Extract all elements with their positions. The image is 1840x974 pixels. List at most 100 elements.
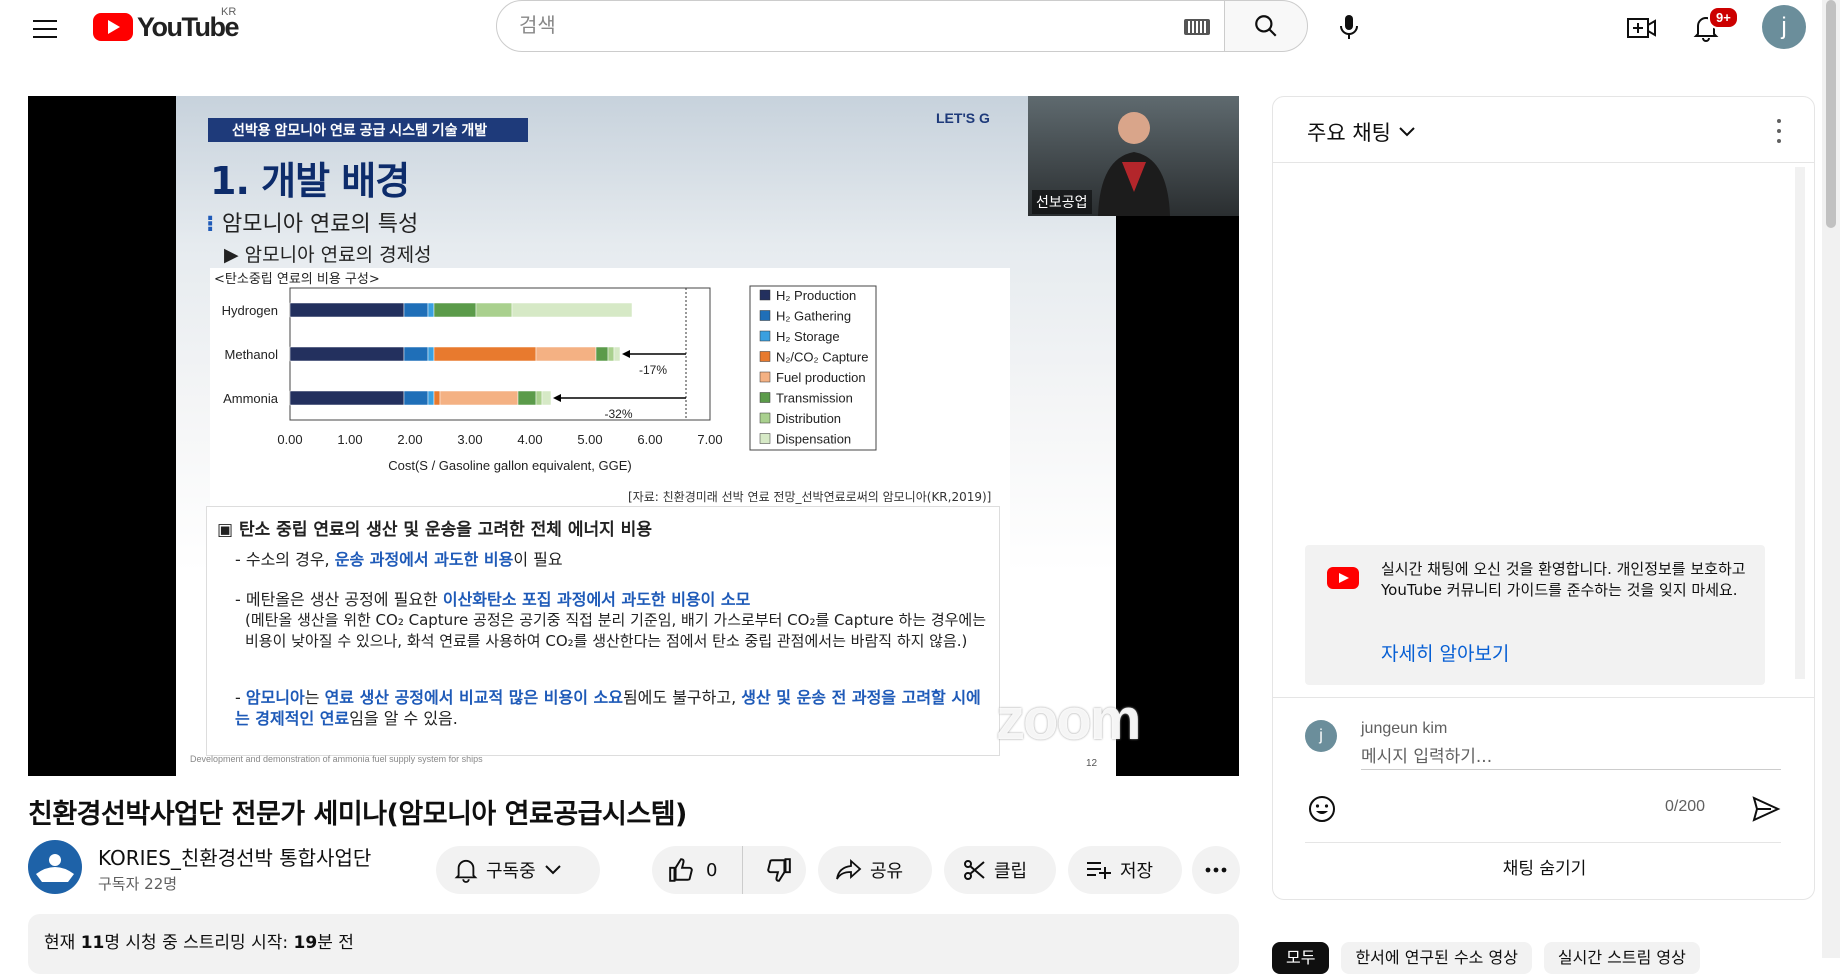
desc-mid: 명 시청 중 스트리밍 시작:: [104, 933, 294, 953]
bar-segment: [403, 302, 429, 318]
youtube-logo[interactable]: YouTube: [93, 10, 239, 44]
chat-title: 주요 채팅: [1307, 121, 1391, 145]
bar-segment: [403, 346, 429, 362]
top-bar: YouTube KR 9+ j: [0, 0, 1820, 56]
bar-segment: [517, 390, 537, 406]
channel-avatar[interactable]: [28, 840, 82, 894]
chat-scrollbar[interactable]: [1795, 167, 1805, 679]
search-button[interactable]: [1224, 0, 1308, 52]
category-label: Hydrogen: [222, 303, 278, 318]
country-code: KR: [221, 6, 237, 18]
desc-pre: 현재: [44, 933, 81, 953]
subscribe-label: 구독중: [486, 861, 536, 882]
slide-subsubheading: ▶ 암모니아 연료의 경제성: [224, 244, 432, 266]
page-scrollbar-thumb[interactable]: [1826, 0, 1836, 228]
chat-input-area: j jungeun kim 0/200 채팅 숨기기: [1273, 697, 1814, 899]
legend-label: Fuel production: [776, 370, 866, 385]
bar-segment: [475, 302, 513, 318]
bell-icon: [454, 859, 478, 883]
video-title: 친환경선박사업단 전문가 세미나(암모니아 연료공급시스템): [28, 799, 687, 830]
chat-divider: [1305, 842, 1781, 843]
chevron-down-icon: [1399, 127, 1415, 137]
bar-segment: [433, 346, 537, 362]
bar-segment: [433, 390, 441, 406]
legend-swatch: [759, 433, 771, 444]
more-actions-button[interactable]: [1192, 846, 1240, 894]
desc-post: 분 전: [317, 933, 354, 953]
share-button[interactable]: 공유: [818, 846, 932, 894]
bar-segment: [535, 346, 597, 362]
camera-label: 선보공업: [1032, 190, 1092, 214]
note1-pre: - 수소의 경우,: [235, 550, 335, 569]
youtube-play-icon: [93, 13, 133, 41]
subscribe-button[interactable]: 구독중: [436, 846, 600, 894]
clip-label: 클립: [994, 861, 1028, 882]
slide-subheading-text: 암모니아 연료의 특성: [222, 212, 419, 237]
chip-related[interactable]: 한서에 연구된 수소 영상: [1341, 942, 1532, 974]
legend-label: Dispensation: [776, 432, 851, 447]
slide-footer: Development and demonstration of ammonia…: [190, 754, 483, 764]
note1-highlight: 운송 과정에서 과도한 비용: [334, 550, 514, 569]
keyboard-icon[interactable]: [1184, 19, 1210, 35]
like-dislike-group: 0: [652, 846, 806, 894]
notification-badge: 9+: [1708, 6, 1739, 29]
emoji-icon[interactable]: [1307, 794, 1337, 824]
scissors-icon: [964, 860, 985, 880]
note3-hl1: 암모니아: [245, 688, 305, 707]
search-input[interactable]: [519, 14, 1119, 38]
send-icon[interactable]: [1751, 794, 1781, 824]
legend-label: H₂ Gathering: [776, 309, 851, 324]
search-icon: [1255, 15, 1277, 37]
video-description[interactable]: 현재 11명 시청 중 스트리밍 시작: 19분 전: [28, 914, 1239, 974]
legend-label: Distribution: [776, 411, 841, 426]
legend-label: N₂/CO₂ Capture: [776, 350, 868, 365]
account-avatar[interactable]: j: [1762, 5, 1806, 49]
save-button[interactable]: 저장: [1068, 846, 1182, 894]
arrow-head: [553, 394, 561, 402]
chip-live[interactable]: 실시간 스트림 영상: [1543, 942, 1700, 974]
bar-segment: [427, 302, 435, 318]
note2-highlight: 이산화탄소 포집 과정에서 과도한 비용이 소모: [442, 590, 751, 609]
clip-button[interactable]: 클립: [944, 846, 1056, 894]
chat-mode-selector[interactable]: 주요 채팅: [1307, 117, 1415, 147]
create-button[interactable]: [1620, 6, 1664, 50]
like-button[interactable]: 0: [652, 846, 744, 894]
bar-segment: [535, 390, 543, 406]
bar-segment: [289, 346, 405, 362]
stream-minutes: 19: [293, 933, 318, 953]
slide-notes: ▣ 탄소 중립 연료의 생산 및 운송을 고려한 전체 에너지 비용 - 수소의…: [206, 506, 1000, 756]
hide-chat-button[interactable]: 채팅 숨기기: [1273, 854, 1814, 879]
viewer-count: 11: [80, 933, 105, 953]
legend-swatch: [759, 392, 771, 403]
bar-segment: [403, 390, 429, 406]
menu-icon[interactable]: [28, 12, 62, 46]
reduction-label: -17%: [639, 363, 667, 377]
arrow-head: [622, 350, 630, 358]
dislike-button[interactable]: [751, 846, 806, 894]
chat-message-input[interactable]: [1361, 744, 1781, 770]
thumbs-up-icon: [669, 858, 693, 882]
note3-c: 임을 알 수 있음.: [349, 709, 458, 728]
learn-more-link[interactable]: 자세히 알아보기: [1381, 639, 1509, 666]
note1-post: 이 필요: [513, 550, 563, 569]
search-box: [496, 0, 1225, 52]
channel-name[interactable]: KORIES_친환경선박 통합사업단: [98, 842, 371, 871]
chip-all[interactable]: 모두: [1272, 942, 1330, 974]
bar-segment: [439, 390, 519, 406]
zoom-watermark: zoom: [996, 687, 1141, 752]
legend-swatch: [759, 412, 771, 424]
more-horizontal-icon: [1205, 867, 1227, 873]
chat-menu-icon[interactable]: [1776, 119, 1782, 143]
voice-search-button[interactable]: [1326, 4, 1372, 50]
note3-a: 는: [304, 688, 325, 707]
video-player[interactable]: 선박용 암모니아 연료 공급 시스템 기술 개발 LET'S G 1. 개발 배…: [28, 96, 1239, 776]
slide-corner-logo: LET'S G: [936, 110, 990, 126]
bar-segment: [433, 302, 477, 318]
note3-hl2: 연료 생산 공정에서 비교적 많은 비용이 소요: [324, 688, 623, 707]
legend-swatch: [759, 351, 771, 362]
note3-b: 됨에도 불구하고,: [622, 688, 742, 707]
slide-page-number: 12: [1086, 758, 1098, 769]
youtube-icon: [1327, 567, 1359, 589]
speaker-figure: [1098, 112, 1170, 216]
bar-segment: [541, 390, 552, 406]
